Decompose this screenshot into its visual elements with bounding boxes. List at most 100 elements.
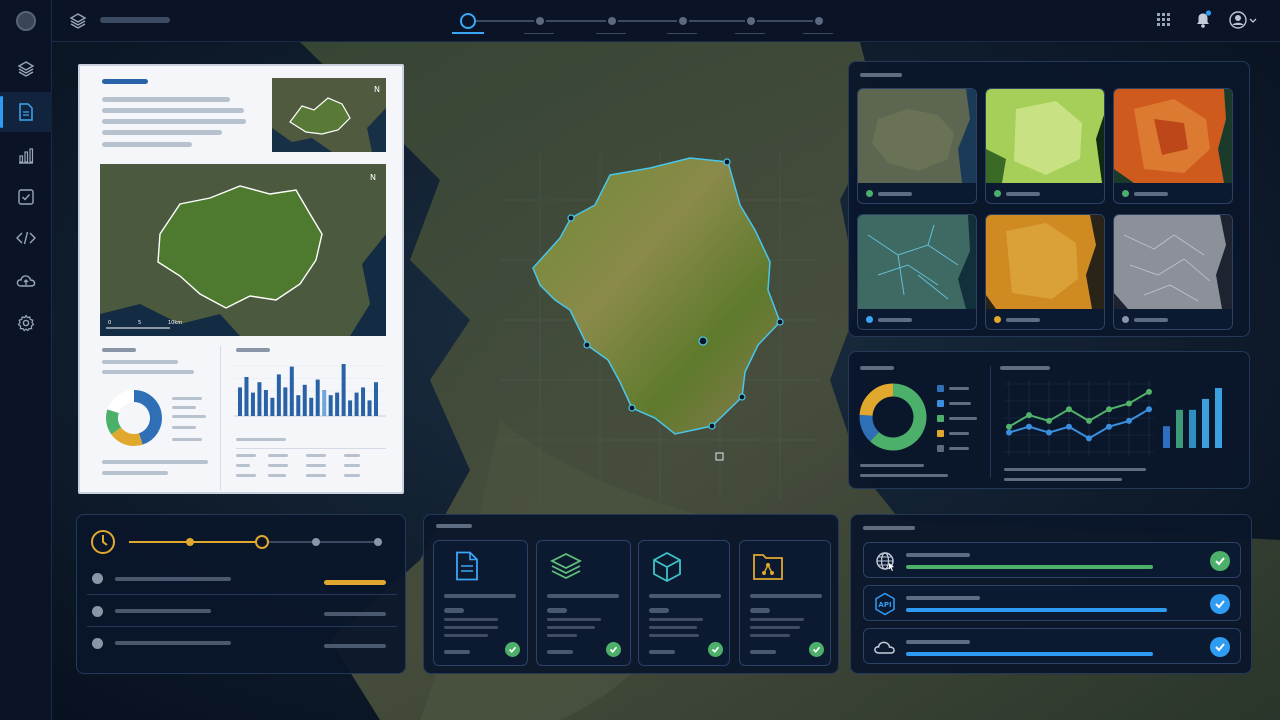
layer-thumbnail-vegetation[interactable]	[985, 88, 1105, 204]
integration-row-cloud[interactable]	[863, 628, 1241, 664]
layer-thumbnail-elevation[interactable]	[1113, 214, 1233, 330]
donut-slice	[859, 414, 880, 442]
layer-thumbnail-true-color[interactable]	[857, 88, 977, 204]
sidebar	[0, 0, 52, 720]
sidebar-item-report[interactable]	[0, 92, 52, 132]
gear-icon	[17, 314, 35, 332]
chart-bar	[250, 392, 255, 416]
series-point	[1086, 435, 1092, 442]
timeline-marker-1[interactable]	[186, 538, 194, 546]
land-cover-donut	[859, 383, 927, 451]
workflow-stage-6[interactable]	[813, 15, 825, 27]
chart-bar	[276, 374, 281, 416]
report-main-map: N 0 5 10km	[100, 164, 386, 336]
notification-bell-icon[interactable]	[1193, 10, 1213, 30]
chart-bar	[283, 387, 288, 416]
deliverable-card-layers[interactable]	[536, 540, 631, 666]
code-icon	[16, 231, 36, 245]
timeline-row[interactable]	[87, 595, 397, 627]
layers-icon	[549, 552, 583, 580]
chart-bar	[257, 382, 262, 416]
chart-bar	[341, 364, 346, 416]
chart-bar	[296, 395, 301, 416]
integrations-panel: API	[850, 514, 1252, 674]
timeline-marker-2[interactable]	[255, 535, 269, 549]
trend-bar	[1189, 409, 1196, 448]
analytics-panel	[848, 351, 1250, 489]
workflow-stage-4[interactable]	[677, 15, 689, 27]
series-point	[1066, 423, 1072, 430]
series-point	[1046, 417, 1052, 424]
deliverable-card-report[interactable]	[433, 540, 528, 666]
report-title-placeholder	[102, 79, 148, 84]
report-donut	[106, 390, 162, 446]
sidebar-item-layers[interactable]	[0, 49, 52, 89]
integration-row-api[interactable]: API	[863, 585, 1241, 621]
donut-slice	[107, 390, 135, 414]
timeline-marker-3[interactable]	[312, 538, 320, 546]
series-point	[1106, 406, 1112, 413]
scale-label-2: 10km	[168, 320, 182, 326]
deliverable-card-3d-model[interactable]	[638, 540, 730, 666]
chart-bar	[367, 400, 372, 416]
layers-icon[interactable]	[69, 12, 87, 30]
series-point	[1066, 406, 1072, 413]
series-point	[1006, 429, 1012, 436]
workflow-stepper	[452, 10, 833, 34]
timeline-row[interactable]	[87, 563, 397, 595]
trend-line-chart	[1004, 380, 1154, 456]
document-icon	[456, 551, 478, 581]
layer-thumbnail-thermal[interactable]	[1113, 88, 1233, 204]
compass-label: N	[370, 173, 376, 182]
chart-bar	[335, 392, 340, 416]
donut-slice	[111, 427, 143, 446]
sidebar-item-code[interactable]	[0, 218, 52, 258]
top-bar	[0, 0, 1280, 42]
timeline-marker-4[interactable]	[374, 538, 382, 546]
report-inset-map: N	[272, 78, 386, 152]
deliverable-status-check	[708, 642, 723, 657]
integration-progress	[906, 565, 1153, 569]
chart-bar	[348, 400, 353, 416]
app-logo-icon[interactable]	[16, 11, 36, 31]
sidebar-item-tasks[interactable]	[0, 177, 52, 217]
chart-bar	[322, 390, 327, 416]
report-bar-chart	[234, 364, 386, 417]
deliverable-card-grid	[433, 540, 831, 666]
series-point	[1126, 400, 1132, 407]
clock-icon	[91, 530, 115, 554]
series-point	[1146, 406, 1152, 413]
deliverable-status-check	[505, 642, 520, 657]
workflow-stage-1[interactable]	[460, 13, 476, 29]
apps-grid-icon[interactable]	[1157, 13, 1171, 27]
chart-bar	[289, 366, 294, 416]
deliverable-card-shared-folder[interactable]	[739, 540, 831, 666]
sidebar-item-upload[interactable]	[0, 261, 52, 301]
api-label: API	[878, 601, 891, 609]
integration-status-check	[1210, 594, 1230, 614]
integration-status-check	[1210, 637, 1230, 657]
workflow-stage-2[interactable]	[534, 15, 546, 27]
series-point	[1146, 388, 1152, 395]
folder-share-icon	[753, 554, 783, 580]
trend-bar	[1202, 398, 1209, 448]
timeline-row[interactable]	[87, 627, 397, 659]
workflow-stage-3[interactable]	[606, 15, 618, 27]
workflow-stage-5[interactable]	[745, 15, 757, 27]
sidebar-item-settings[interactable]	[0, 303, 52, 343]
series-point	[1046, 429, 1052, 436]
layer-thumbnail-hydrology[interactable]	[857, 214, 977, 330]
cube-icon	[653, 551, 681, 583]
sidebar-item-analytics[interactable]	[0, 136, 52, 176]
deliverable-status-check	[809, 642, 824, 657]
layer-thumbnail-soil[interactable]	[985, 214, 1105, 330]
trend-bar-chart	[1163, 388, 1222, 448]
integration-row-web[interactable]	[863, 542, 1241, 578]
globe-icon	[876, 552, 894, 571]
checklist-icon	[18, 189, 34, 205]
deliverable-status-check	[606, 642, 621, 657]
api-icon: API	[875, 592, 895, 616]
report-preview[interactable]: N N 0 5 10km	[78, 64, 404, 494]
chart-bar	[361, 387, 366, 416]
user-account-icon[interactable]	[1229, 11, 1259, 31]
